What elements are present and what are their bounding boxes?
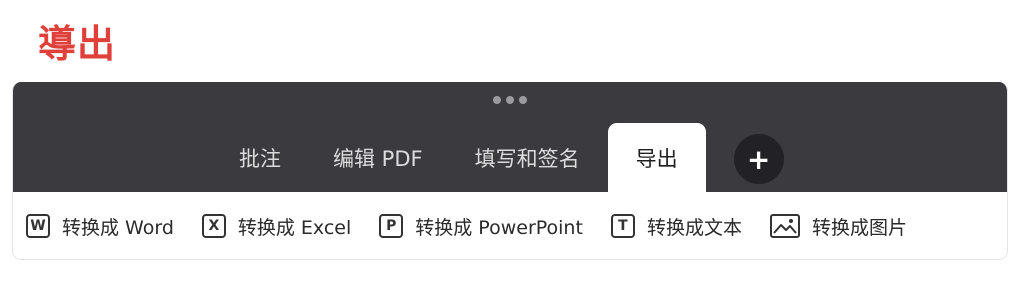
convert-to-text-button[interactable]: T 转换成文本 [610,213,742,240]
convert-to-word-button[interactable]: W 转换成 Word [26,213,174,240]
text-icon: T [610,214,635,238]
drag-handle-dots-icon[interactable] [493,96,527,104]
convert-to-powerpoint-label: 转换成 PowerPoint [415,216,583,239]
add-tab-button[interactable]: + [733,134,784,184]
convert-to-image-label: 转换成图片 [811,216,907,239]
tab-fill-sign[interactable]: 填写和签名 [449,123,606,192]
convert-to-excel-button[interactable]: X 转换成 Excel [201,213,352,240]
tab-edit-pdf[interactable]: 编辑 PDF [307,123,449,192]
tab-annotate[interactable]: 批注 [213,123,307,192]
convert-to-excel-label: 转换成 Excel [237,216,352,239]
tab-list: 批注 编辑 PDF 填写和签名 导出 + [213,123,784,192]
page-heading: 導出 [38,22,117,66]
plus-icon: + [746,142,771,176]
export-toolbar: W 转换成 Word X 转换成 Excel P 转换成 PowerPoint … [13,192,1007,259]
convert-to-word-label: 转换成 Word [62,216,174,239]
tab-export[interactable]: 导出 [607,123,706,192]
convert-to-text-label: 转换成文本 [646,216,742,239]
tab-bar: 批注 编辑 PDF 填写和签名 导出 + [13,82,1007,192]
image-icon [769,214,800,238]
powerpoint-icon: P [379,214,404,238]
convert-to-image-button[interactable]: 转换成图片 [769,213,907,240]
word-icon: W [26,214,50,238]
export-panel: 批注 编辑 PDF 填写和签名 导出 + W 转换成 Word X 转换成 Ex… [12,82,1008,260]
excel-icon: X [201,214,226,238]
convert-to-powerpoint-button[interactable]: P 转换成 PowerPoint [379,213,583,240]
